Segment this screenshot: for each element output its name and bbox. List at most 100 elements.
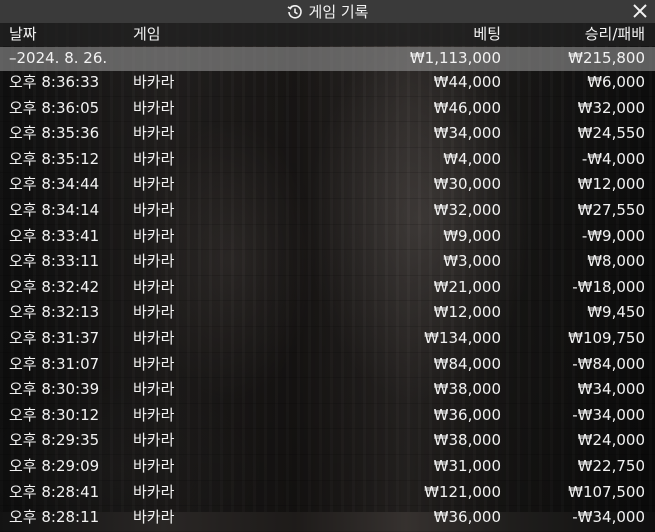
row-bet: ₩3,000 bbox=[443, 252, 501, 271]
row-bet: ₩134,000 bbox=[424, 328, 501, 347]
row-time: 오후 8:31:37 bbox=[9, 328, 100, 347]
table-row[interactable]: 오후 8:33:11 바카라 ₩3,000 ₩8,000 bbox=[0, 250, 655, 276]
table-row[interactable]: 오후 8:33:41 바카라 ₩9,000 -₩9,000 bbox=[0, 224, 655, 251]
row-game: 바카라 bbox=[133, 226, 175, 245]
row-game: 바카라 bbox=[133, 73, 175, 91]
column-header-winloss[interactable]: 승리/패배 bbox=[585, 23, 645, 46]
column-header-game[interactable]: 게임 bbox=[133, 23, 161, 46]
row-winloss: ₩24,000 bbox=[577, 431, 645, 450]
row-game: 바카라 bbox=[133, 405, 175, 424]
row-bet: ₩84,000 bbox=[433, 354, 501, 373]
table-row[interactable]: 오후 8:28:11 바카라 ₩36,000 -₩34,000 bbox=[0, 506, 655, 532]
table-row[interactable]: 오후 8:35:36 바카라 ₩34,000 ₩24,550 bbox=[0, 122, 655, 148]
row-bet: ₩31,000 bbox=[433, 456, 501, 475]
row-bet: ₩34,000 bbox=[433, 124, 501, 143]
table-row[interactable]: 오후 8:34:14 바카라 ₩32,000 ₩27,550 bbox=[0, 198, 655, 225]
row-time: 오후 8:31:07 bbox=[9, 354, 100, 373]
row-time: 오후 8:36:05 bbox=[9, 98, 100, 117]
page-title: 게임 기록 bbox=[308, 3, 369, 21]
row-time: 오후 8:28:41 bbox=[9, 482, 100, 501]
row-winloss: ₩8,000 bbox=[587, 252, 645, 271]
row-time: 오후 8:30:39 bbox=[9, 380, 100, 399]
title-group: 게임 기록 bbox=[287, 1, 369, 22]
column-header-bet[interactable]: 베팅 bbox=[473, 23, 501, 46]
row-time: 오후 8:35:12 bbox=[9, 149, 100, 168]
row-winloss: -₩34,000 bbox=[572, 405, 645, 424]
row-time: 오후 8:32:13 bbox=[9, 303, 100, 322]
row-game: 바카라 bbox=[133, 175, 175, 194]
row-game: 바카라 bbox=[133, 456, 175, 475]
row-winloss: ₩22,750 bbox=[577, 456, 645, 475]
table-row[interactable]: 오후 8:30:12 바카라 ₩36,000 -₩34,000 bbox=[0, 403, 655, 430]
row-time: 오후 8:35:36 bbox=[9, 124, 100, 143]
row-winloss: ₩109,750 bbox=[568, 328, 645, 347]
row-bet: ₩44,000 bbox=[433, 73, 501, 91]
table-row[interactable]: 오후 8:31:07 바카라 ₩84,000 -₩84,000 bbox=[0, 352, 655, 379]
history-list: 오후 8:36:33 바카라 ₩44,000 ₩6,000 오후 8:36:05 바카라… bbox=[0, 71, 655, 532]
row-winloss: ₩32,000 bbox=[577, 98, 645, 117]
row-winloss: -₩4,000 bbox=[581, 149, 645, 168]
table-row[interactable]: 오후 8:34:44 바카라 ₩30,000 ₩12,000 bbox=[0, 173, 655, 199]
row-time: 오후 8:29:35 bbox=[9, 431, 100, 450]
history-icon bbox=[287, 4, 303, 20]
row-game: 바카라 bbox=[133, 328, 175, 347]
row-winloss: -₩18,000 bbox=[572, 277, 645, 296]
row-time: 오후 8:33:11 bbox=[9, 252, 100, 271]
row-bet: ₩30,000 bbox=[433, 175, 501, 194]
table-row[interactable]: 오후 8:29:09 바카라 ₩31,000 ₩22,750 bbox=[0, 454, 655, 481]
table-row[interactable]: 오후 8:36:33 바카라 ₩44,000 ₩6,000 bbox=[0, 71, 655, 97]
row-bet: ₩4,000 bbox=[443, 149, 501, 168]
table-header: 날짜 게임 베팅 승리/패배 bbox=[0, 23, 655, 46]
title-bar: 게임 기록 bbox=[0, 0, 655, 23]
row-winloss: ₩34,000 bbox=[577, 380, 645, 399]
row-winloss: ₩24,550 bbox=[577, 124, 645, 143]
row-winloss: ₩6,000 bbox=[587, 73, 645, 91]
row-bet: ₩32,000 bbox=[433, 200, 501, 219]
row-time: 오후 8:33:41 bbox=[9, 226, 100, 245]
row-bet: ₩36,000 bbox=[433, 508, 501, 527]
row-time: 오후 8:34:44 bbox=[9, 175, 100, 194]
row-game: 바카라 bbox=[133, 482, 175, 501]
column-header-date[interactable]: 날짜 bbox=[9, 23, 37, 46]
row-game: 바카라 bbox=[133, 124, 175, 143]
row-winloss: -₩84,000 bbox=[572, 354, 645, 373]
row-winloss: ₩9,450 bbox=[587, 303, 645, 322]
row-winloss: ₩27,550 bbox=[577, 200, 645, 219]
table-row[interactable]: 오후 8:31:37 바카라 ₩134,000 ₩109,750 bbox=[0, 326, 655, 353]
summary-date: –2024. 8. 26. bbox=[9, 49, 108, 67]
row-game: 바카라 bbox=[133, 508, 175, 527]
row-time: 오후 8:28:11 bbox=[9, 508, 100, 527]
row-game: 바카라 bbox=[133, 98, 175, 117]
row-winloss: -₩34,000 bbox=[572, 508, 645, 527]
table-row[interactable]: 오후 8:32:42 바카라 ₩21,000 -₩18,000 bbox=[0, 275, 655, 302]
row-bet: ₩12,000 bbox=[433, 303, 501, 322]
row-time: 오후 8:29:09 bbox=[9, 456, 100, 475]
table-row[interactable]: 오후 8:36:05 바카라 ₩46,000 ₩32,000 bbox=[0, 96, 655, 123]
close-button[interactable] bbox=[629, 0, 651, 22]
row-winloss: -₩9,000 bbox=[581, 226, 645, 245]
row-game: 바카라 bbox=[133, 380, 175, 399]
row-game: 바카라 bbox=[133, 303, 175, 322]
row-bet: ₩36,000 bbox=[433, 405, 501, 424]
row-time: 오후 8:32:42 bbox=[9, 277, 100, 296]
table-row[interactable]: 오후 8:30:39 바카라 ₩38,000 ₩34,000 bbox=[0, 378, 655, 404]
date-summary-row[interactable]: –2024. 8. 26. ₩1,113,000 ₩215,800 bbox=[0, 47, 655, 71]
row-game: 바카라 bbox=[133, 252, 175, 271]
row-game: 바카라 bbox=[133, 200, 175, 219]
row-bet: ₩121,000 bbox=[424, 482, 501, 501]
row-game: 바카라 bbox=[133, 431, 175, 450]
row-time: 오후 8:30:12 bbox=[9, 405, 100, 424]
row-winloss: ₩12,000 bbox=[577, 175, 645, 194]
row-time: 오후 8:34:14 bbox=[9, 200, 100, 219]
table-row[interactable]: 오후 8:29:35 바카라 ₩38,000 ₩24,000 bbox=[0, 429, 655, 455]
row-winloss: ₩107,500 bbox=[568, 482, 645, 501]
table-row[interactable]: 오후 8:35:12 바카라 ₩4,000 -₩4,000 bbox=[0, 147, 655, 174]
row-bet: ₩9,000 bbox=[443, 226, 501, 245]
row-bet: ₩46,000 bbox=[433, 98, 501, 117]
row-game: 바카라 bbox=[133, 277, 175, 296]
table-row[interactable]: 오후 8:28:41 바카라 ₩121,000 ₩107,500 bbox=[0, 480, 655, 507]
row-game: 바카라 bbox=[133, 149, 175, 168]
summary-bet-total: ₩1,113,000 bbox=[409, 49, 501, 67]
table-row[interactable]: 오후 8:32:13 바카라 ₩12,000 ₩9,450 bbox=[0, 301, 655, 327]
row-bet: ₩21,000 bbox=[433, 277, 501, 296]
